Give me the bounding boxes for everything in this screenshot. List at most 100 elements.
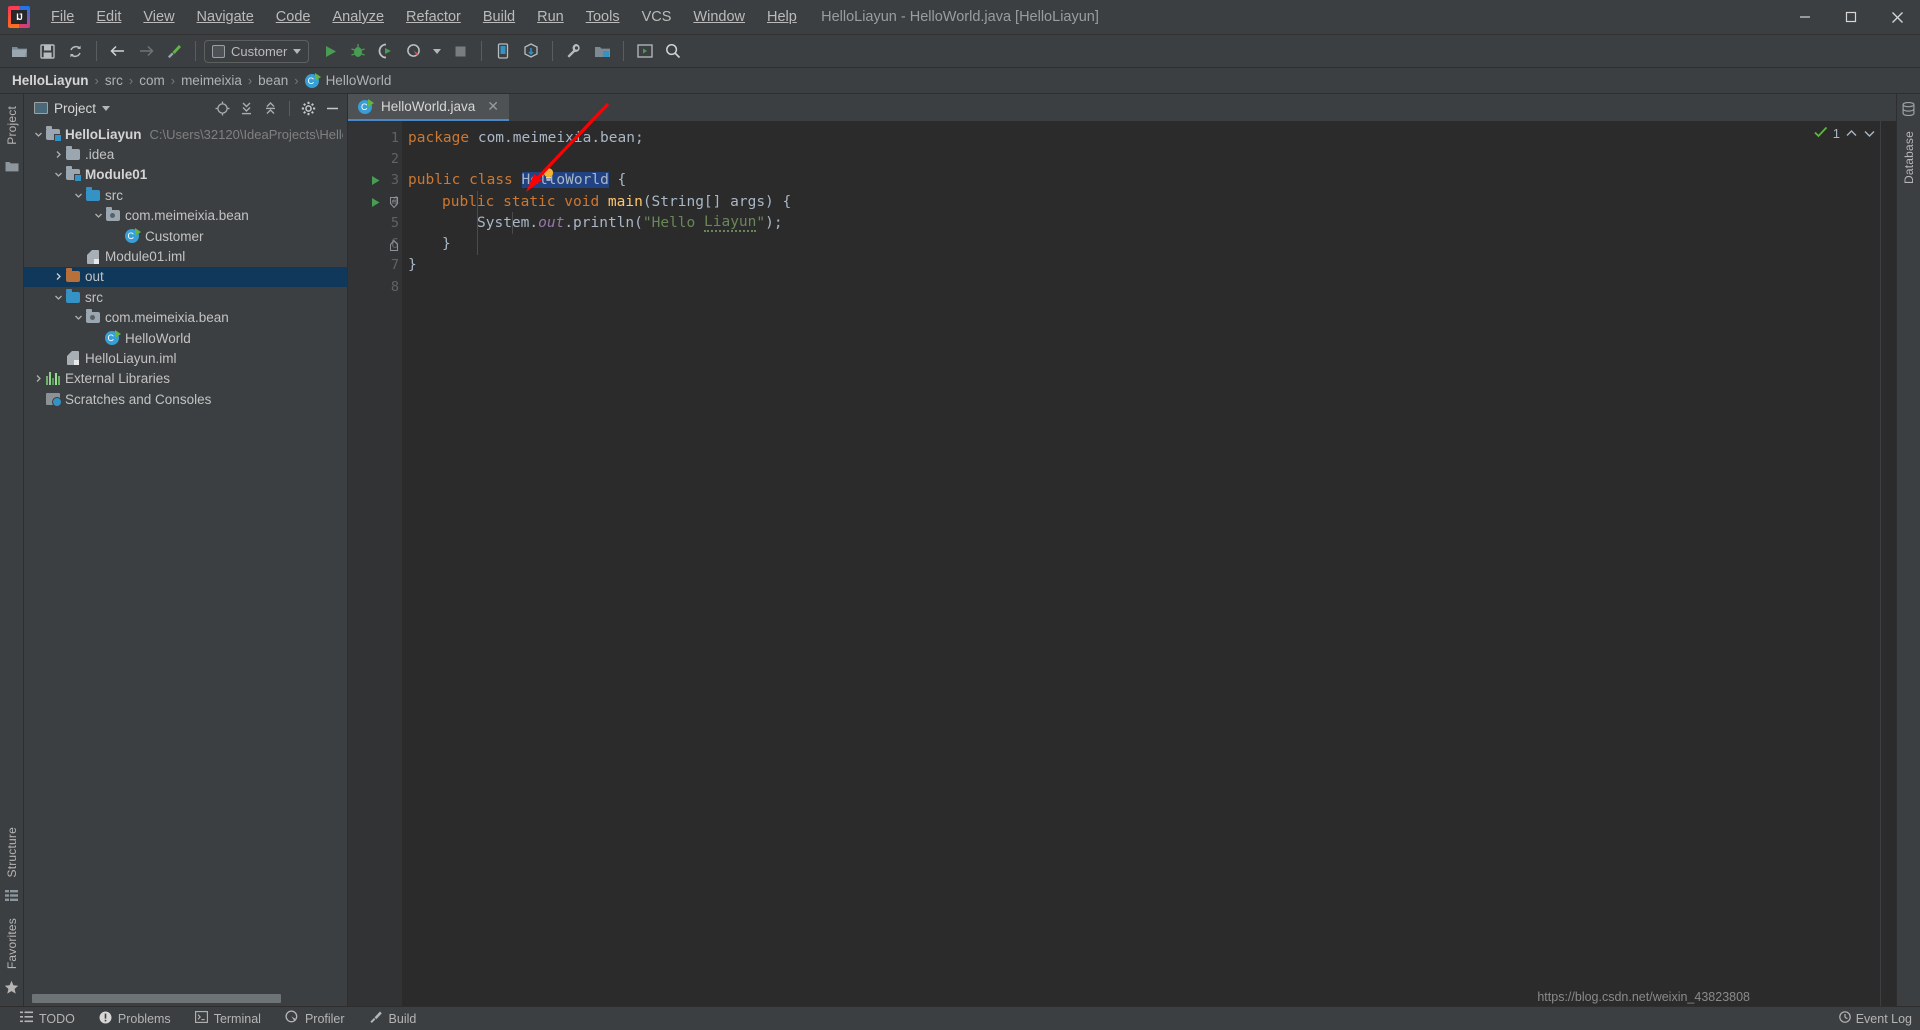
minimize-button[interactable] xyxy=(1782,0,1828,35)
menu-bar[interactable]: File Edit View Navigate Code Analyze Ref… xyxy=(40,0,808,34)
inspection-widget[interactable]: 1 xyxy=(1814,125,1876,141)
tab-helloworld-java[interactable]: HelloWorld.java ✕ xyxy=(348,94,509,121)
tree-row-customer[interactable]: Customer xyxy=(24,226,347,246)
breadcrumb-item-meimeixia[interactable]: meimeixia xyxy=(181,73,242,88)
menu-refactor[interactable]: Refactor xyxy=(395,6,472,29)
tree-row-src[interactable]: src xyxy=(24,287,347,307)
project-structure-icon[interactable] xyxy=(589,38,615,64)
close-button[interactable] xyxy=(1874,0,1920,35)
editor-gutter[interactable]: 1 2 3 4 xyxy=(348,121,402,1006)
open-project-icon[interactable] xyxy=(6,38,32,64)
menu-view[interactable]: View xyxy=(132,6,185,29)
menu-vcs[interactable]: VCS xyxy=(631,6,683,29)
expand-all-icon[interactable] xyxy=(238,100,255,117)
tree-row-src-package[interactable]: com.meimeixia.bean xyxy=(24,308,347,328)
left-rail-top[interactable]: Project xyxy=(5,100,19,177)
chevron-down-icon[interactable] xyxy=(32,128,45,141)
chevron-right-icon[interactable] xyxy=(32,372,45,385)
code-line-3[interactable]: public class HelloWorld { xyxy=(402,170,1880,191)
settings-gear-icon[interactable] xyxy=(300,100,317,117)
run-with-coverage-button[interactable] xyxy=(373,38,399,64)
left-rail-bottom[interactable]: Structure Favorites xyxy=(4,821,19,1006)
menu-code[interactable]: Code xyxy=(265,6,322,29)
code-line-6[interactable]: } xyxy=(402,233,1880,254)
code-line-2[interactable] xyxy=(402,148,1880,169)
tree-row-hellolayun-iml[interactable]: HelloLiayun.iml xyxy=(24,348,347,368)
run-class-gutter-icon[interactable] xyxy=(370,174,382,186)
run-configuration-selector[interactable]: Customer xyxy=(204,40,309,63)
rail-item-favorites[interactable]: Favorites xyxy=(5,912,19,975)
chevron-down-icon[interactable] xyxy=(52,168,65,181)
menu-file[interactable]: File xyxy=(40,6,85,29)
code-line-1[interactable]: package com.meimeixia.bean; xyxy=(402,127,1880,148)
inspection-marker-strip[interactable] xyxy=(1880,121,1896,1006)
menu-edit[interactable]: Edit xyxy=(85,6,132,29)
main-toolbar[interactable]: Customer xyxy=(0,35,1920,68)
sdk-manager-icon[interactable] xyxy=(518,38,544,64)
tree-row-external-libraries[interactable]: External Libraries xyxy=(24,369,347,389)
settings-wrench-icon[interactable] xyxy=(561,38,587,64)
code-content[interactable]: package com.meimeixia.bean; public class… xyxy=(402,121,1880,1006)
menu-help[interactable]: Help xyxy=(756,6,808,29)
editor-body[interactable]: 1 2 3 4 xyxy=(348,121,1896,1006)
chevron-up-icon[interactable] xyxy=(1845,126,1858,141)
hide-panel-icon[interactable] xyxy=(324,100,341,117)
chevron-down-icon[interactable] xyxy=(72,311,85,324)
status-bar-right[interactable]: Event Log xyxy=(1839,1011,1912,1026)
tree-row-module01-package[interactable]: com.meimeixia.bean xyxy=(24,206,347,226)
project-files-icon[interactable] xyxy=(5,159,19,177)
chevron-right-icon[interactable] xyxy=(52,148,65,161)
profile-dropdown-icon[interactable] xyxy=(433,49,441,54)
tree-row-idea[interactable]: .idea xyxy=(24,144,347,164)
rail-item-project[interactable]: Project xyxy=(5,100,19,151)
tree-row-module01-iml[interactable]: Module01.iml xyxy=(24,246,347,266)
stop-button[interactable] xyxy=(447,38,473,64)
window-controls[interactable] xyxy=(1782,0,1920,34)
editor-tabs[interactable]: HelloWorld.java ✕ xyxy=(348,94,1896,121)
back-icon[interactable] xyxy=(105,38,131,64)
breadcrumb-item-com[interactable]: com xyxy=(139,73,165,88)
left-tool-rail[interactable]: Project Structure Favorites xyxy=(0,94,24,1006)
chevron-down-icon[interactable] xyxy=(102,106,110,111)
collapse-all-icon[interactable] xyxy=(262,100,279,117)
build-hammer-icon[interactable] xyxy=(161,38,187,64)
right-tool-rail[interactable]: Database xyxy=(1896,94,1920,1006)
code-line-7[interactable]: } xyxy=(402,255,1880,276)
tree-row-out[interactable]: out xyxy=(24,267,347,287)
tree-row-scratches[interactable]: Scratches and Consoles xyxy=(24,389,347,409)
menu-run[interactable]: Run xyxy=(526,6,575,29)
structure-icon[interactable] xyxy=(5,889,18,907)
sync-icon[interactable] xyxy=(62,38,88,64)
run-button[interactable] xyxy=(317,38,343,64)
breadcrumb-item-bean[interactable]: bean xyxy=(258,73,288,88)
event-log-button[interactable]: Event Log xyxy=(1839,1011,1912,1026)
status-terminal[interactable]: Terminal xyxy=(183,1011,273,1026)
status-profiler[interactable]: Profiler xyxy=(273,1010,357,1027)
menu-analyze[interactable]: Analyze xyxy=(321,6,395,29)
chevron-down-icon[interactable] xyxy=(92,209,105,222)
device-manager-icon[interactable] xyxy=(490,38,516,64)
menu-window[interactable]: Window xyxy=(682,6,756,29)
fold-region-icon[interactable] xyxy=(389,196,400,207)
status-bar[interactable]: TODO Problems Terminal Profiler Build xyxy=(0,1006,1920,1030)
tree-row-helloworld[interactable]: HelloWorld xyxy=(24,328,347,348)
search-everywhere-icon[interactable] xyxy=(660,38,686,64)
chevron-down-icon[interactable] xyxy=(52,291,65,304)
rail-item-database[interactable]: Database xyxy=(1902,125,1916,190)
project-panel-header[interactable]: Project xyxy=(24,94,347,122)
chevron-down-icon[interactable] xyxy=(293,49,301,54)
terminal-window-icon[interactable] xyxy=(632,38,658,64)
code-line-5[interactable]: System.out.println("Hello Liayun"); xyxy=(402,212,1880,233)
fold-end-icon[interactable] xyxy=(389,239,400,250)
intention-bulb-icon[interactable] xyxy=(420,151,433,166)
menu-navigate[interactable]: Navigate xyxy=(186,6,265,29)
breadcrumb-item-src[interactable]: src xyxy=(105,73,123,88)
project-tree-hscrollbar[interactable] xyxy=(24,994,347,1006)
run-method-gutter-icon[interactable] xyxy=(370,196,382,208)
chevron-down-icon[interactable] xyxy=(72,189,85,202)
select-opened-file-icon[interactable] xyxy=(214,100,231,117)
status-todo[interactable]: TODO xyxy=(8,1011,87,1026)
chevron-right-icon[interactable] xyxy=(52,270,65,283)
project-tree[interactable]: HelloLiayun C:\Users\32120\IdeaProjects\… xyxy=(24,122,347,994)
star-icon[interactable] xyxy=(4,980,19,1000)
